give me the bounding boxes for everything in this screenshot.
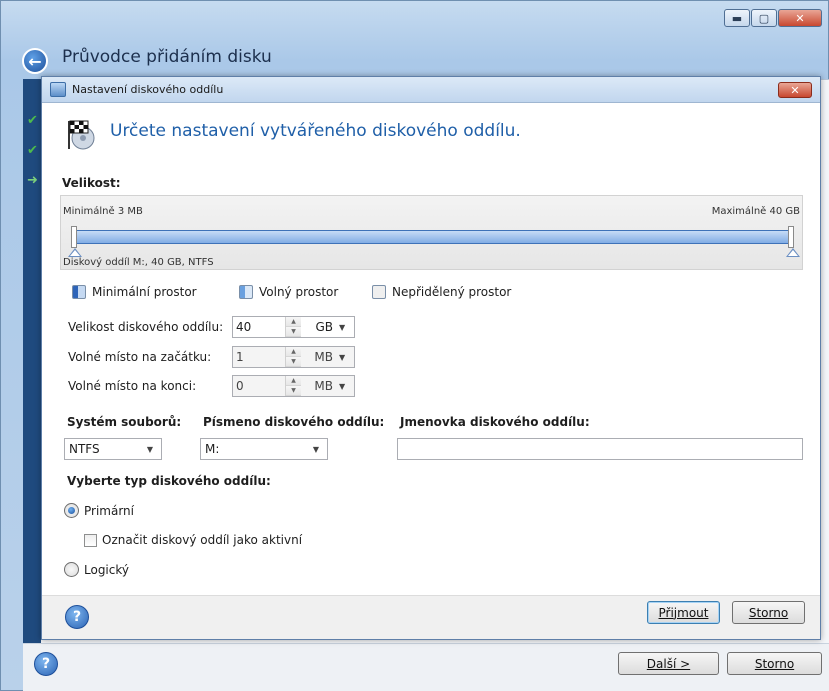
logical-radio-label[interactable]: Logický xyxy=(84,563,129,577)
dialog-title: Nastavení diskového oddílu xyxy=(72,83,224,96)
drive-letter-select[interactable]: M: ▼ xyxy=(200,438,328,460)
slider-end-marker-icon[interactable] xyxy=(786,248,800,257)
partition-size-unit[interactable]: GB xyxy=(301,320,339,334)
wizard-cancel-button[interactable]: Storno xyxy=(727,652,822,675)
free-before-value[interactable]: 1 xyxy=(233,350,285,364)
help-icon[interactable]: ? xyxy=(65,605,89,629)
mark-active-label[interactable]: Označit diskový oddíl jako aktivní xyxy=(102,533,302,547)
file-system-select[interactable]: NTFS ▼ xyxy=(64,438,162,460)
primary-radio-row[interactable]: Primární xyxy=(64,503,134,518)
next-button[interactable]: Další > xyxy=(618,652,719,675)
legend-free-space: Volný prostor xyxy=(239,285,338,299)
free-before-stepper[interactable]: 1 ▲ ▼ MB ▼ xyxy=(232,346,355,368)
chevron-down-icon[interactable]: ▼ xyxy=(313,445,319,454)
slider-right-handle[interactable] xyxy=(788,226,794,248)
free-space-swatch-icon xyxy=(239,285,253,299)
mark-active-checkbox[interactable] xyxy=(84,533,97,547)
slider-left-handle[interactable] xyxy=(71,226,77,248)
min-space-swatch-icon xyxy=(72,285,86,299)
minimize-button[interactable]: ▬ xyxy=(724,9,750,27)
mark-active-row[interactable]: Označit diskový oddíl jako aktivní xyxy=(84,533,302,547)
legend-free-label: Volný prostor xyxy=(259,285,339,299)
primary-radio[interactable] xyxy=(64,503,79,518)
free-before-unit[interactable]: MB xyxy=(301,350,339,364)
dialog-cancel-button[interactable]: Storno xyxy=(732,601,805,624)
free-after-value[interactable]: 0 xyxy=(233,379,285,393)
partition-size-value[interactable]: 40 xyxy=(233,320,285,334)
step-done-check-icon: ✔ xyxy=(27,143,38,158)
free-after-stepper[interactable]: 0 ▲ ▼ MB ▼ xyxy=(232,375,355,397)
chevron-down-icon[interactable]: ▼ xyxy=(339,382,345,391)
wizard-titlebar: ▬ ▢ ✕ xyxy=(1,1,828,45)
window-controls: ▬ ▢ ✕ xyxy=(724,9,822,27)
drive-letter-label: Písmeno diskového oddílu: xyxy=(203,415,385,429)
free-after-unit[interactable]: MB xyxy=(301,379,339,393)
partition-size-stepper[interactable]: 40 ▲ ▼ GB ▼ xyxy=(232,316,355,338)
help-icon[interactable]: ? xyxy=(34,652,58,676)
wizard-title: Průvodce přidáním disku xyxy=(62,47,272,67)
dialog-heading: Určete nastavení vytvářeného diskového o… xyxy=(110,121,521,141)
wizard-steps-sidebar xyxy=(23,79,41,644)
max-size-label: Maximálně 40 GB xyxy=(711,206,800,217)
legend-unallocated-label: Nepřidělený prostor xyxy=(392,285,512,299)
file-system-value[interactable]: NTFS xyxy=(69,442,100,456)
legend-min-label: Minimální prostor xyxy=(92,285,197,299)
volume-label-input[interactable] xyxy=(397,438,803,460)
disk-settings-icon xyxy=(50,82,66,97)
primary-radio-label[interactable]: Primární xyxy=(84,504,134,518)
partition-size-slider[interactable] xyxy=(73,230,791,244)
checkered-flag-disk-icon xyxy=(68,120,95,150)
size-slider-panel: Minimálně 3 MB Maximálně 40 GB Diskový o… xyxy=(60,195,803,270)
partition-caption: Diskový oddíl M:, 40 GB, NTFS xyxy=(63,257,214,268)
stepper-arrows-icon[interactable]: ▲ ▼ xyxy=(285,376,301,396)
size-label: Velikost: xyxy=(62,176,121,190)
volume-label-label: Jmenovka diskového oddílu: xyxy=(400,415,590,429)
legend-min-space: Minimální prostor xyxy=(72,285,197,299)
drive-letter-value[interactable]: M: xyxy=(205,442,219,456)
stepper-arrows-icon[interactable]: ▲ ▼ xyxy=(285,347,301,367)
logical-radio-row[interactable]: Logický xyxy=(64,562,129,577)
stepper-arrows-icon[interactable]: ▲ ▼ xyxy=(285,317,301,337)
step-done-check-icon: ✔ xyxy=(27,113,38,128)
partition-type-label: Vyberte typ diskového oddílu: xyxy=(67,474,271,488)
back-arrow-icon[interactable]: ← xyxy=(22,48,48,74)
min-size-label: Minimálně 3 MB xyxy=(63,206,143,217)
partition-settings-dialog: Nastavení diskového oddílu ✕ Určete nast… xyxy=(41,76,821,640)
legend-unallocated: Nepřidělený prostor xyxy=(372,285,511,299)
chevron-down-icon[interactable]: ▼ xyxy=(339,323,345,332)
chevron-down-icon[interactable]: ▼ xyxy=(147,445,153,454)
free-before-label: Volné místo na začátku: xyxy=(68,350,212,364)
file-system-label: Systém souborů: xyxy=(67,415,182,429)
accept-button[interactable]: Přijmout xyxy=(647,601,720,624)
dialog-titlebar: Nastavení diskového oddílu ✕ xyxy=(42,77,820,103)
dialog-close-button[interactable]: ✕ xyxy=(778,82,812,98)
partition-size-label: Velikost diskového oddílu: xyxy=(68,320,224,334)
slider-start-marker-icon[interactable] xyxy=(68,248,82,257)
free-after-label: Volné místo na konci: xyxy=(68,379,197,393)
chevron-down-icon[interactable]: ▼ xyxy=(339,353,345,362)
maximize-button[interactable]: ▢ xyxy=(751,9,777,27)
step-current-arrow-icon: ➜ xyxy=(27,173,38,188)
logical-radio[interactable] xyxy=(64,562,79,577)
unallocated-swatch-icon xyxy=(372,285,386,299)
close-button[interactable]: ✕ xyxy=(778,9,822,27)
